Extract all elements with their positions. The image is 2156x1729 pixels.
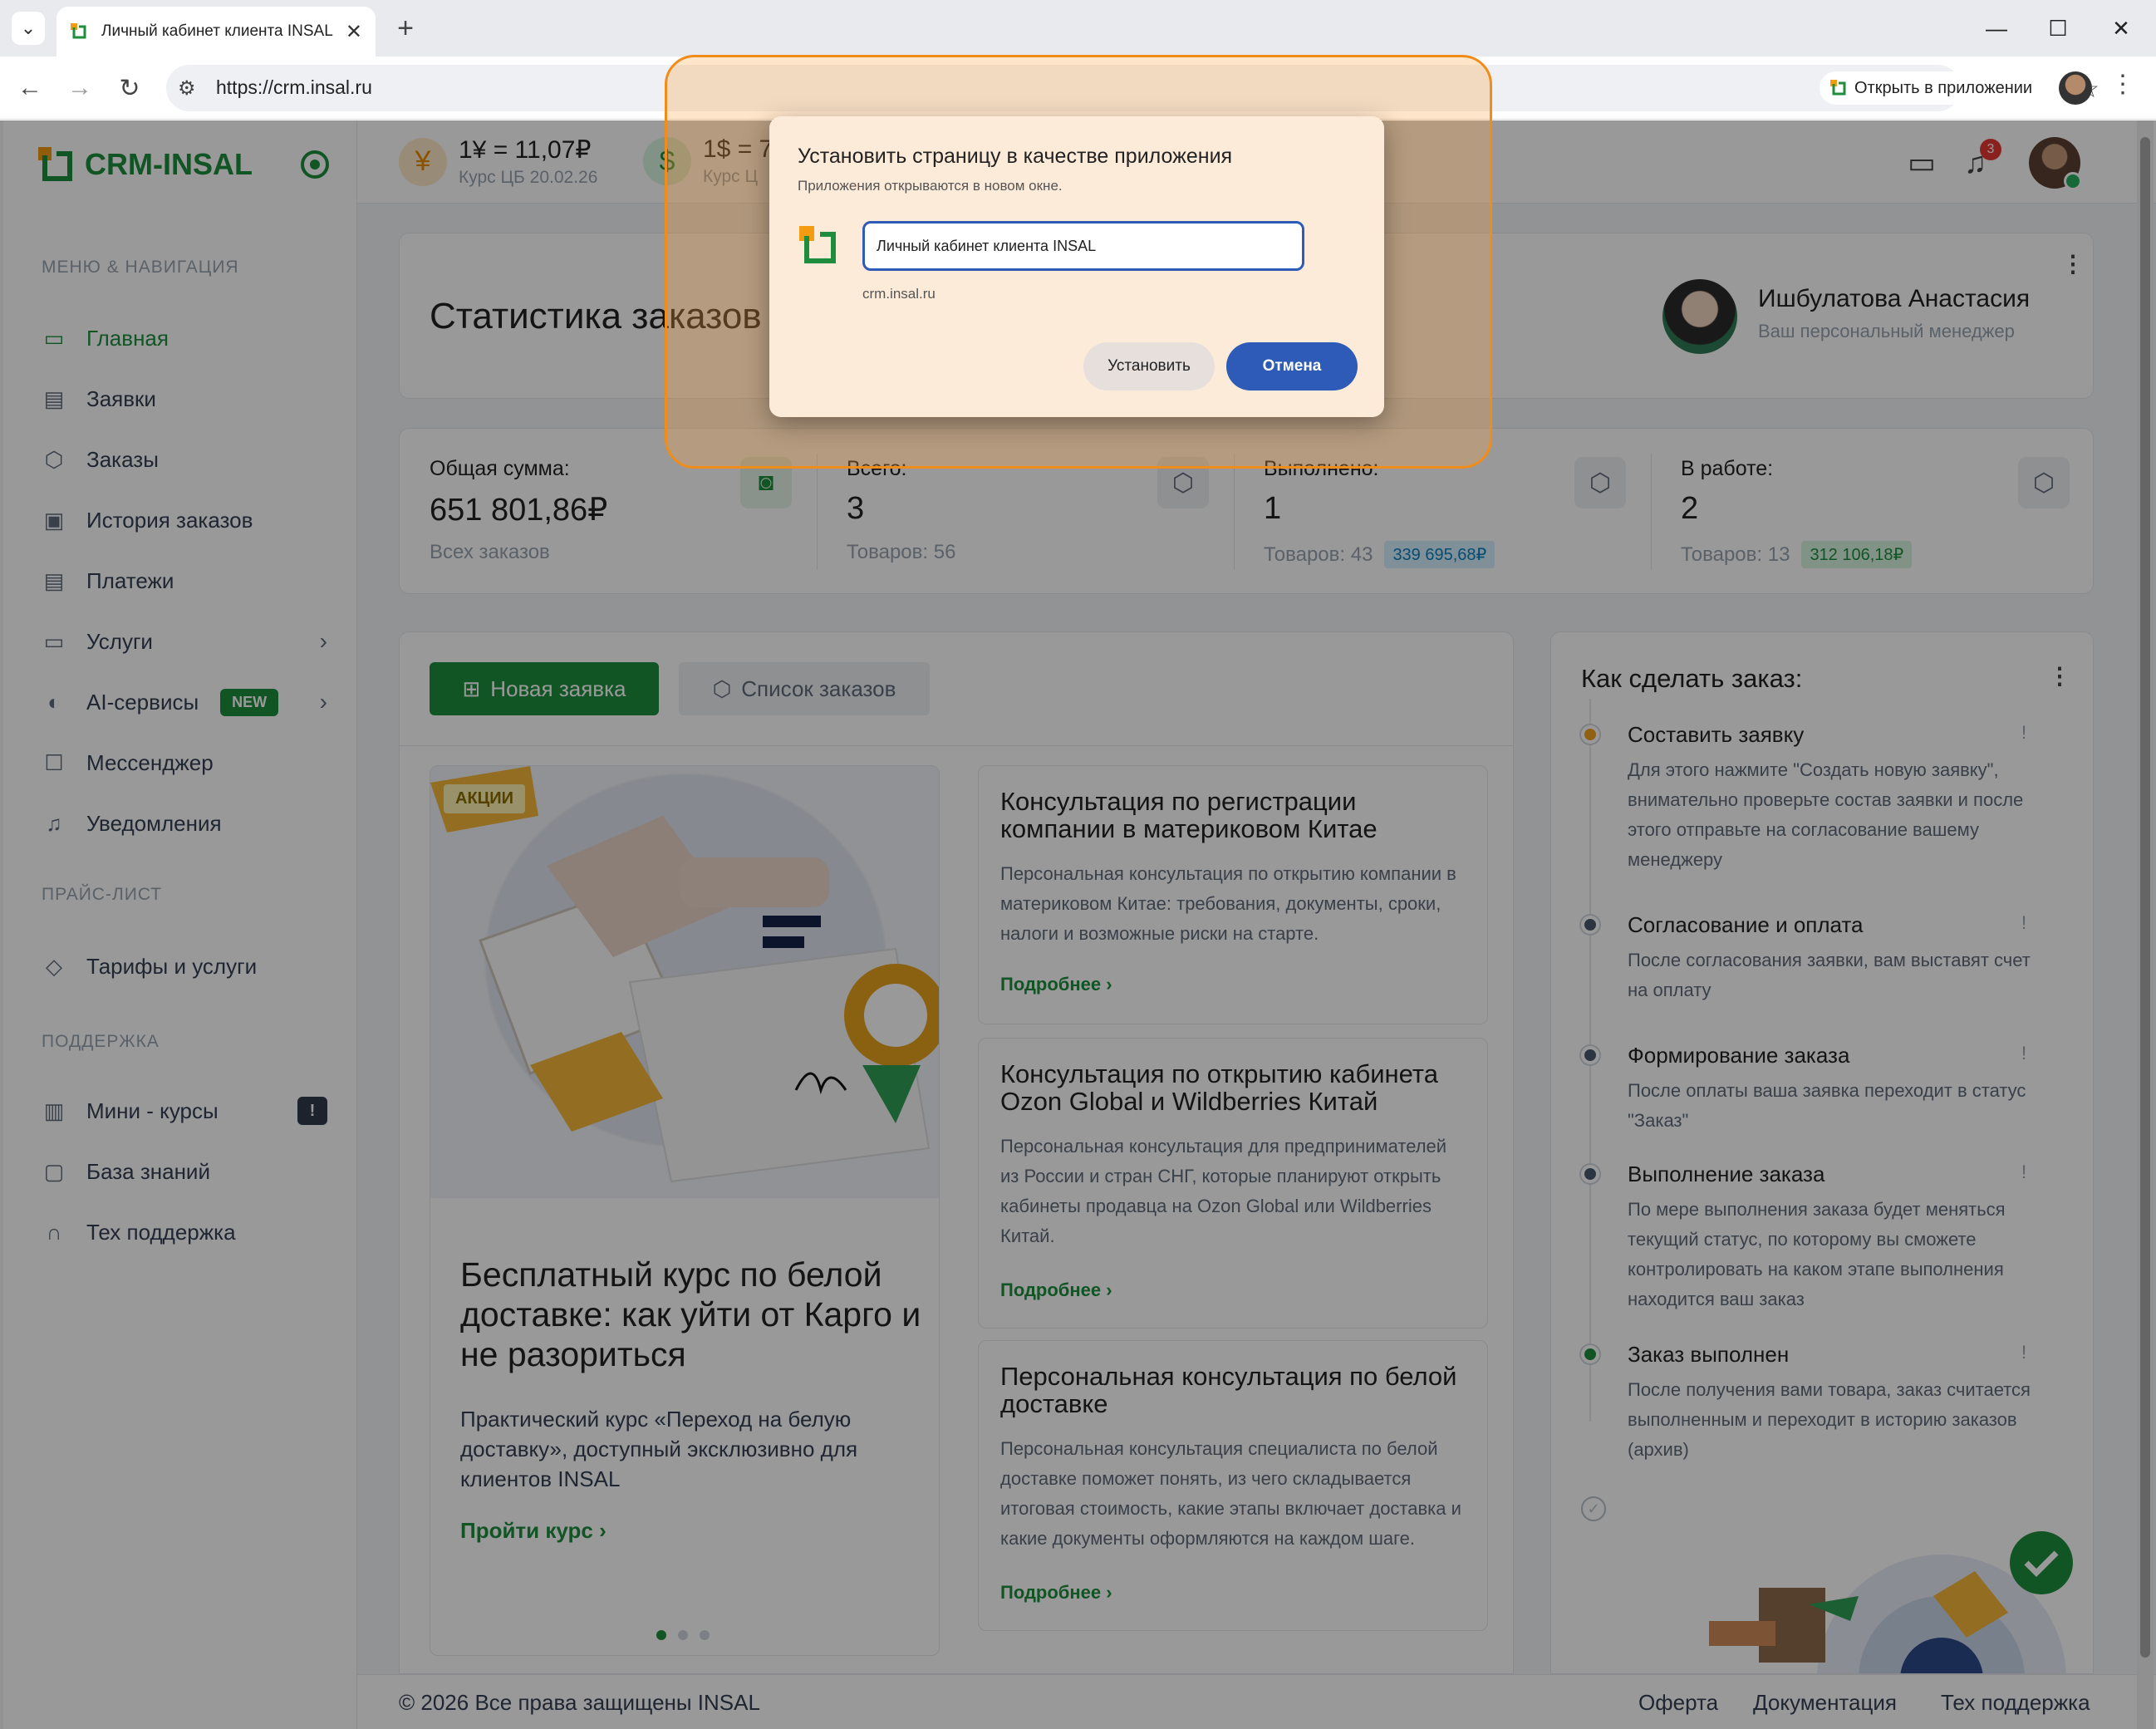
dialog-title: Установить страницу в качестве приложени… — [798, 145, 1233, 168]
tab-close-icon[interactable]: ✕ — [346, 20, 362, 44]
back-button[interactable]: ← — [12, 70, 48, 106]
tab-title: Личный кабинет клиента INSAL — [101, 22, 333, 40]
open-in-app-label: Открыть в приложении — [1854, 78, 2033, 97]
app-icon — [799, 226, 836, 263]
browser-menu-icon[interactable]: ⋮ — [2110, 70, 2135, 99]
dialog-subtitle: Приложения открываются в новом окне. — [798, 178, 1063, 194]
install-button[interactable]: Установить — [1083, 342, 1215, 390]
maximize-button[interactable]: ☐ — [2029, 12, 2087, 45]
open-in-app-button[interactable]: Открыть в приложении — [1820, 71, 2065, 105]
url-text: https://crm.insal.ru — [216, 76, 372, 98]
cancel-button[interactable]: Отмена — [1226, 342, 1358, 390]
install-app-dialog: Установить страницу в качестве приложени… — [769, 116, 1384, 417]
browser-tab[interactable]: Личный кабинет клиента INSAL ✕ — [56, 7, 376, 56]
close-window-button[interactable]: ✕ — [2092, 12, 2150, 45]
app-domain: crm.insal.ru — [862, 286, 936, 302]
reload-button[interactable]: ↻ — [111, 70, 148, 106]
app-name-input[interactable] — [862, 221, 1304, 271]
new-tab-button[interactable]: + — [389, 12, 422, 45]
minimize-button[interactable]: — — [1967, 12, 2026, 45]
tab-search-button[interactable]: ⌄ — [12, 12, 45, 45]
browser-tab-bar: ⌄ Личный кабинет клиента INSAL ✕ + — ☐ ✕ — [0, 0, 2156, 56]
site-info-icon[interactable]: ⚙ — [178, 76, 196, 101]
insal-favicon-icon — [71, 23, 86, 39]
profile-avatar[interactable] — [2059, 71, 2092, 105]
app-icon — [1830, 80, 1846, 96]
forward-button[interactable]: → — [61, 70, 98, 106]
